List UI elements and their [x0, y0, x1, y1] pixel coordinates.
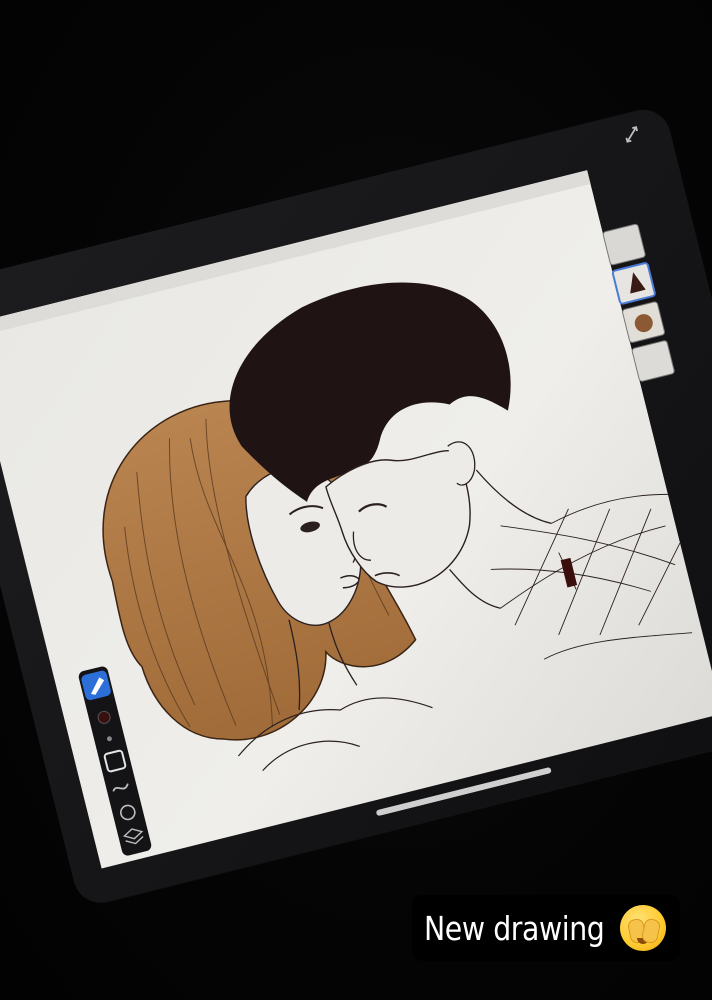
photo-scene — [0, 109, 712, 903]
layer-thumb-2[interactable] — [611, 262, 656, 305]
emoji-mouth — [636, 938, 649, 944]
caption-label: New drawing — [412, 895, 680, 961]
face-with-hand-over-eyes-icon — [619, 905, 666, 951]
caption-text: New drawing — [424, 908, 605, 948]
